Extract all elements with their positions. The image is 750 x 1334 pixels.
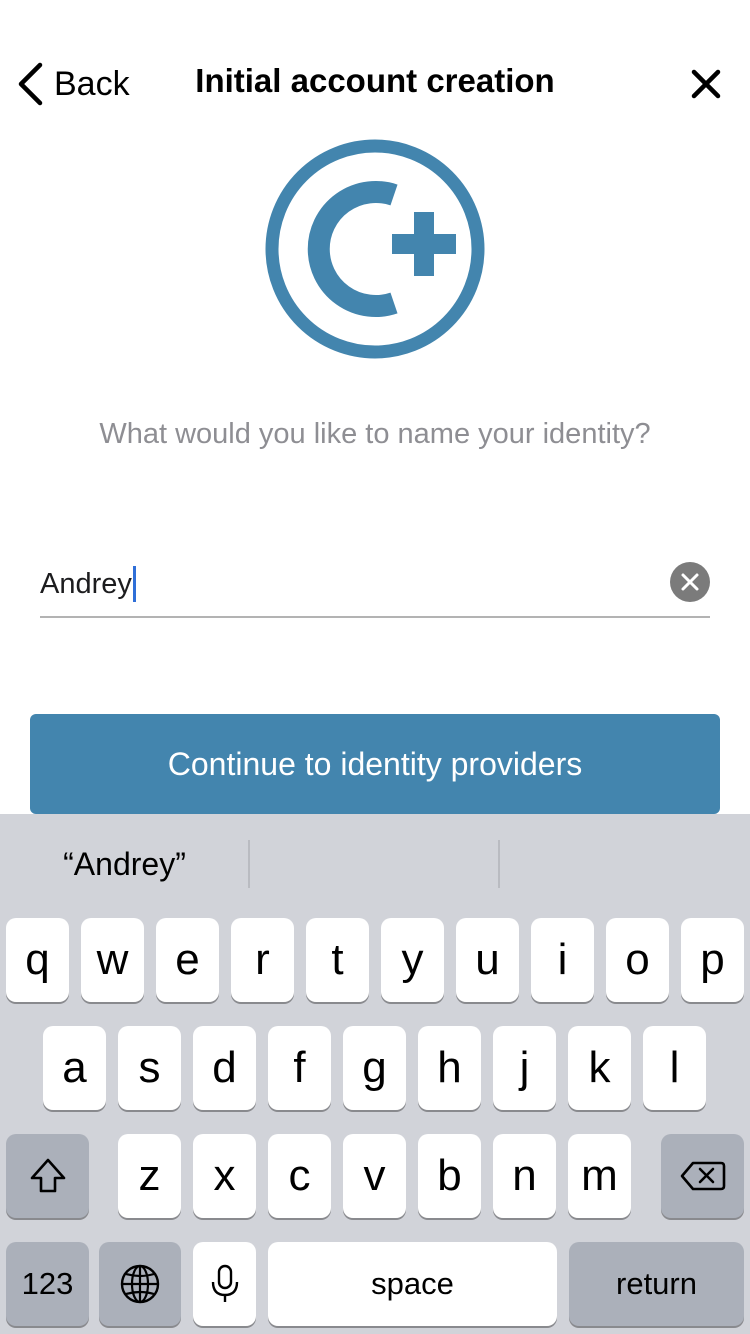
key-r[interactable]: r — [231, 918, 294, 1002]
key-a[interactable]: a — [43, 1026, 106, 1110]
key-l[interactable]: l — [643, 1026, 706, 1110]
key-e[interactable]: e — [156, 918, 219, 1002]
key-v[interactable]: v — [343, 1134, 406, 1218]
key-t[interactable]: t — [306, 918, 369, 1002]
numbers-key[interactable]: 123 — [6, 1242, 89, 1326]
key-h[interactable]: h — [418, 1026, 481, 1110]
keyboard-row-2: a s d f g h j k l — [0, 1026, 750, 1114]
page-title: Initial account creation — [195, 62, 555, 99]
close-button[interactable] — [686, 64, 726, 104]
key-x[interactable]: x — [193, 1134, 256, 1218]
identity-name-value: Andrey — [40, 567, 132, 600]
key-f[interactable]: f — [268, 1026, 331, 1110]
key-j[interactable]: j — [493, 1026, 556, 1110]
text-caret — [132, 566, 136, 602]
shift-icon — [30, 1158, 65, 1193]
key-b[interactable]: b — [418, 1134, 481, 1218]
close-icon — [691, 69, 721, 99]
suggestion-item[interactable]: “Andrey” — [0, 814, 249, 914]
globe-key[interactable] — [99, 1242, 181, 1326]
key-g[interactable]: g — [343, 1026, 406, 1110]
continue-button[interactable]: Continue to identity providers — [30, 714, 720, 814]
clear-icon — [681, 573, 699, 591]
on-screen-keyboard: “Andrey” q w e r t y u i o p a s d f g h… — [0, 814, 750, 1334]
key-d[interactable]: d — [193, 1026, 256, 1110]
key-w[interactable]: w — [81, 918, 144, 1002]
identity-name-input[interactable]: Andrey — [40, 556, 710, 618]
key-i[interactable]: i — [531, 918, 594, 1002]
key-p[interactable]: p — [681, 918, 744, 1002]
key-k[interactable]: k — [568, 1026, 631, 1110]
identity-name-prompt: What would you like to name your identit… — [99, 418, 651, 450]
clear-input-button[interactable] — [670, 562, 710, 602]
app-logo — [264, 138, 486, 360]
keyboard-row-3: z x c v b n m — [0, 1134, 750, 1222]
microphone-key[interactable] — [193, 1242, 256, 1326]
space-key[interactable]: space — [268, 1242, 557, 1326]
suggestion-item[interactable] — [250, 814, 499, 914]
keyboard-row-4: 123 space return — [0, 1242, 750, 1330]
suggestion-bar: “Andrey” — [0, 814, 750, 914]
key-z[interactable]: z — [118, 1134, 181, 1218]
backspace-icon — [680, 1161, 725, 1191]
suggestion-item[interactable] — [500, 814, 749, 914]
key-u[interactable]: u — [456, 918, 519, 1002]
key-m[interactable]: m — [568, 1134, 631, 1218]
delete-key[interactable] — [661, 1134, 744, 1218]
shift-key[interactable] — [6, 1134, 89, 1218]
key-y[interactable]: y — [381, 918, 444, 1002]
identity-name-value-wrap: Andrey — [40, 566, 136, 602]
key-c[interactable]: c — [268, 1134, 331, 1218]
key-o[interactable]: o — [606, 918, 669, 1002]
microphone-icon — [211, 1264, 238, 1302]
key-s[interactable]: s — [118, 1026, 181, 1110]
key-q[interactable]: q — [6, 918, 69, 1002]
globe-icon — [120, 1264, 160, 1304]
keyboard-row-1: q w e r t y u i o p — [0, 918, 750, 1006]
key-n[interactable]: n — [493, 1134, 556, 1218]
return-key[interactable]: return — [569, 1242, 744, 1326]
